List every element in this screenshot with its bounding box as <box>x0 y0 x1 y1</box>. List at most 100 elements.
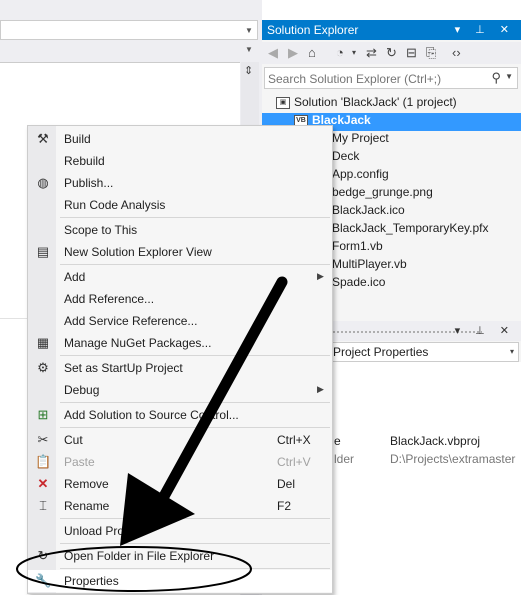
context-menu: ⚒ Build Rebuild ◍ Publish... Run Code An… <box>27 125 333 594</box>
tree-item[interactable]: Spade.ico <box>332 275 385 293</box>
tree-item[interactable]: BlackJack_TemporaryKey.pfx <box>332 221 489 239</box>
menu-item-label: Open Folder in File Explorer <box>64 549 215 563</box>
menu-item-label: Debug <box>64 383 100 397</box>
solution-explorer-toolbar: ◀ ▶ ⌂ ◔ ▾ ⇄ ↻ ⊟ ⎘ ‹› <box>262 42 521 64</box>
menu-item-add[interactable]: Add ▶ <box>28 266 332 288</box>
menu-item-label: Build <box>64 132 91 146</box>
build-icon: ⚒ <box>37 131 49 146</box>
tree-item-label: Spade.ico <box>332 275 386 289</box>
panel-window-buttons[interactable]: ▾ ⊥ ✕ <box>455 23 515 36</box>
search-input[interactable] <box>268 71 483 86</box>
menu-separator <box>60 568 330 569</box>
source-control-icon: ⊞ <box>37 407 49 422</box>
home-icon[interactable]: ⌂ <box>308 45 316 60</box>
gear-icon: ⚙ <box>37 360 49 375</box>
tree-item[interactable]: BlackJack.ico <box>332 203 405 221</box>
publish-icon: ◍ <box>37 175 49 190</box>
menu-separator <box>60 402 330 403</box>
menu-item-shortcut: Ctrl+X <box>277 433 311 447</box>
menu-item-build[interactable]: ⚒ Build <box>28 128 332 150</box>
menu-item-label: Properties <box>64 574 119 588</box>
tree-item[interactable]: Deck <box>332 149 359 167</box>
menu-item-properties[interactable]: 🔧 Properties <box>28 570 332 592</box>
menu-item-unload-project[interactable]: Unload Project <box>28 520 332 542</box>
new-view-icon: ▤ <box>36 244 50 259</box>
menu-item-label: Add <box>64 270 86 284</box>
object-selector-label: Project Properties <box>333 345 429 359</box>
split-handle-icon[interactable]: ⇕ <box>244 64 253 77</box>
tree-item[interactable]: App.config <box>332 167 389 185</box>
history-icon[interactable]: ◔ <box>336 45 344 60</box>
wrench-icon: 🔧 <box>35 573 52 588</box>
menu-item-paste[interactable]: 📋 Paste Ctrl+V <box>28 451 332 473</box>
menu-separator <box>60 355 330 356</box>
refresh-icon[interactable]: ↻ <box>386 45 397 61</box>
menu-separator <box>60 217 330 218</box>
menu-item-debug[interactable]: Debug ▶ <box>28 379 332 401</box>
view-code-icon[interactable]: ‹› <box>452 45 461 60</box>
chevron-down-icon[interactable]: ▾ <box>352 48 356 57</box>
menu-item-set-startup[interactable]: ⚙ Set as StartUp Project <box>28 357 332 379</box>
menu-item-shortcut: Ctrl+V <box>277 455 311 469</box>
search-icon[interactable]: ⚲ <box>491 70 501 86</box>
tree-item-label: Deck <box>332 149 360 163</box>
chevron-down-icon[interactable]: ▼ <box>245 26 253 35</box>
remove-icon: ✕ <box>37 476 49 491</box>
navigation-bar[interactable] <box>0 20 258 40</box>
forward-icon[interactable]: ▶ <box>288 45 298 61</box>
tree-item-label: Form1.vb <box>332 239 383 253</box>
chevron-down-icon[interactable]: ▼ <box>245 45 253 54</box>
chevron-down-icon[interactable]: ▼ <box>505 72 513 81</box>
menu-item-label: Scope to This <box>64 223 138 237</box>
menu-item-open-folder[interactable]: ↻ Open Folder in File Explorer <box>28 545 332 567</box>
back-icon[interactable]: ◀ <box>268 45 278 61</box>
nuget-icon: ▦ <box>36 335 50 350</box>
property-value: BlackJack.vbproj <box>390 434 481 448</box>
menu-item-remove[interactable]: ✕ Remove Del <box>28 473 332 495</box>
solution-explorer-titlebar: Solution Explorer ▾ ⊥ ✕ <box>262 20 521 40</box>
menu-item-new-solution-explorer-view[interactable]: ▤ New Solution Explorer View <box>28 241 332 263</box>
menu-item-label: Cut <box>64 433 83 447</box>
menu-item-manage-nuget[interactable]: ▦ Manage NuGet Packages... <box>28 332 332 354</box>
menu-item-publish[interactable]: ◍ Publish... <box>28 172 332 194</box>
menu-item-label: Manage NuGet Packages... <box>64 336 212 350</box>
menu-separator <box>60 543 330 544</box>
menu-item-label: Set as StartUp Project <box>64 361 183 375</box>
menu-item-label: Add Reference... <box>64 292 155 306</box>
sync-icon[interactable]: ⇄ <box>366 45 377 61</box>
tree-item[interactable]: Form1.vb <box>332 239 383 257</box>
tree-item-label: bedge_grunge.png <box>332 185 433 199</box>
scissors-icon: ✂ <box>37 432 49 447</box>
menu-item-label: Run Code Analysis <box>64 198 166 212</box>
tree-item[interactable]: MultiPlayer.vb <box>332 257 407 275</box>
property-value: D:\Projects\extramaster <box>390 452 516 466</box>
tree-item[interactable]: bedge_grunge.png <box>332 185 433 203</box>
tree-item[interactable]: My Project <box>332 131 389 149</box>
tree-item-label: App.config <box>332 167 389 181</box>
menu-item-run-code-analysis[interactable]: Run Code Analysis <box>28 194 332 216</box>
refresh-folder-icon: ↻ <box>37 548 49 563</box>
menu-item-cut[interactable]: ✂ Cut Ctrl+X <box>28 429 332 451</box>
menu-item-rename[interactable]: ⌶ Rename F2 <box>28 495 332 517</box>
chevron-down-icon[interactable]: ▾ <box>510 347 514 356</box>
panel-title: Solution Explorer <box>267 23 359 37</box>
rename-icon: ⌶ <box>39 498 47 513</box>
show-all-files-icon[interactable]: ⎘ <box>426 45 436 61</box>
menu-item-add-to-source-control[interactable]: ⊞ Add Solution to Source Control... <box>28 404 332 426</box>
menu-item-label: Add Solution to Source Control... <box>64 408 239 422</box>
menu-separator <box>60 264 330 265</box>
panel-window-buttons[interactable]: ▾ ⊥ ✕ <box>455 324 515 337</box>
menu-item-label: Rebuild <box>64 154 105 168</box>
search-box[interactable]: ⚲ ▼ <box>264 67 518 89</box>
tree-item-label: MultiPlayer.vb <box>332 257 407 271</box>
menu-item-add-service-reference[interactable]: Add Service Reference... <box>28 310 332 332</box>
menu-item-rebuild[interactable]: Rebuild <box>28 150 332 172</box>
menu-item-label: Publish... <box>64 176 114 190</box>
menu-item-scope-to-this[interactable]: Scope to This <box>28 219 332 241</box>
menu-item-add-reference[interactable]: Add Reference... <box>28 288 332 310</box>
collapse-all-icon[interactable]: ⊟ <box>406 45 417 61</box>
tree-item-label: My Project <box>332 131 389 145</box>
menu-item-label: Paste <box>64 455 95 469</box>
menu-item-label: Unload Project <box>64 524 143 538</box>
tree-item-solution[interactable]: ▣ Solution 'BlackJack' (1 project) <box>276 95 457 113</box>
